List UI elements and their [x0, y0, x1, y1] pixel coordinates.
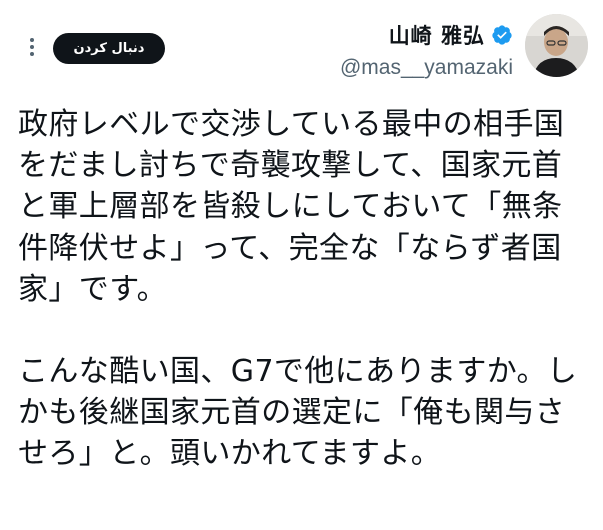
more-dot [30, 52, 34, 56]
more-options-button[interactable] [27, 35, 37, 63]
tweet-card: دنبال کردن 山崎 雅弘 @mas__yamazaki 政府レベルで交渉… [0, 0, 603, 530]
name-row: 山崎 雅弘 [340, 20, 513, 50]
tweet-line: と軍上層部を皆殺しにしておいて「無条 [18, 189, 563, 225]
tweet-line: こんな酷い国、G7で他にありますか。し [18, 354, 578, 390]
tweet-line: せろ」と。頭いかれてますよ。 [18, 436, 442, 472]
tweet-line: をだまし討ちで奇襲攻撃して、国家元首 [18, 148, 563, 184]
tweet-text: 政府レベルで交渉している最中の相手国 をだまし討ちで奇襲攻撃して、国家元首 と軍… [18, 104, 593, 475]
author-info[interactable]: 山崎 雅弘 @mas__yamazaki [340, 20, 513, 80]
verified-badge-icon [492, 25, 512, 45]
avatar-photo [525, 14, 588, 77]
tweet-line: 家」です。 [18, 271, 167, 307]
user-handle[interactable]: @mas__yamazaki [340, 56, 513, 80]
follow-button[interactable]: دنبال کردن [53, 33, 165, 64]
tweet-line: 件降伏せよ」って、完全な「ならず者国 [18, 230, 562, 266]
more-dot [30, 45, 34, 49]
more-dot [30, 38, 34, 42]
tweet-line: 政府レベルで交渉している最中の相手国 [18, 107, 565, 142]
avatar[interactable] [525, 14, 588, 77]
tweet-line: かも後継国家元首の選定に「俺も関与さ [18, 395, 566, 431]
display-name[interactable]: 山崎 雅弘 [389, 20, 485, 50]
